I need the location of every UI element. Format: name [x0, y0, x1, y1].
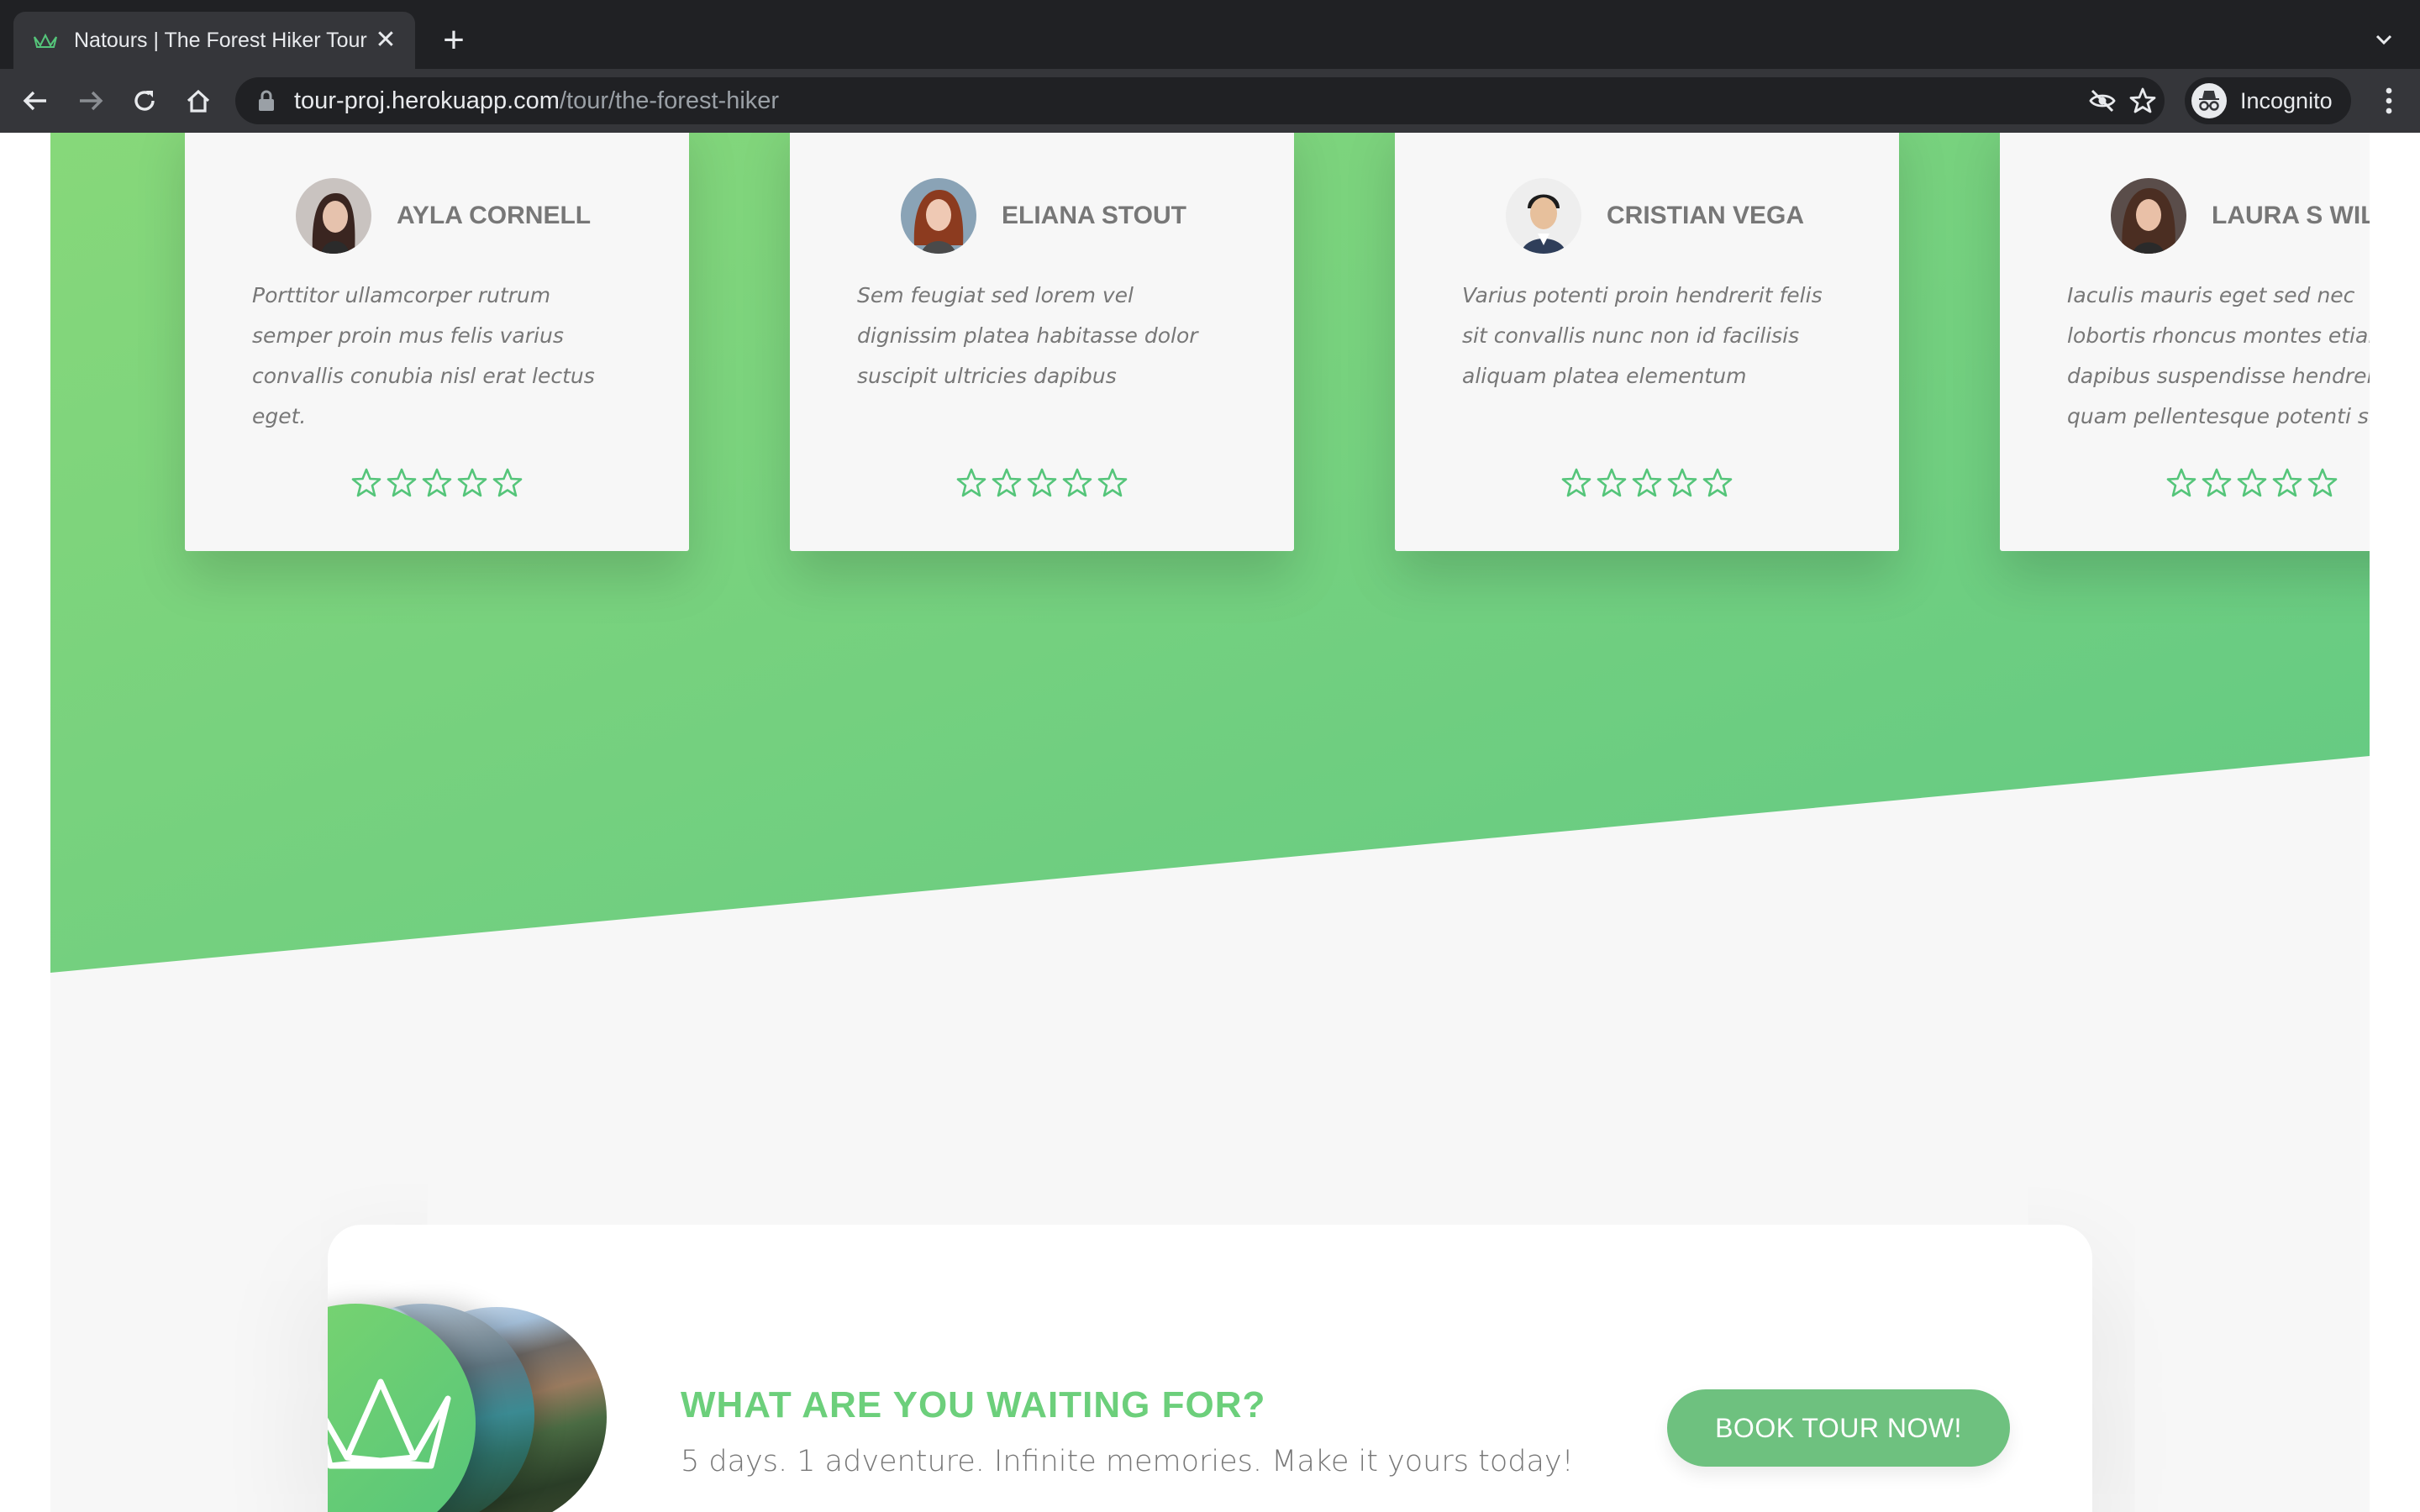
reviewer-avatar: [1506, 178, 1581, 254]
review-rating: [2000, 467, 2370, 499]
review-card: AYLA CORNELL Porttitor ullamcorper rutru…: [185, 133, 689, 551]
reviewer-avatar: [296, 178, 371, 254]
home-button[interactable]: [182, 84, 215, 118]
reload-button[interactable]: [128, 84, 161, 118]
natours-logo-icon: [328, 1378, 451, 1469]
review-user: AYLA CORNELL: [296, 178, 591, 254]
review-card: ELIANA STOUT Sem feugiat sed lorem vel d…: [790, 133, 1294, 551]
star-outline-icon: [2129, 87, 2156, 113]
star-icon: [2166, 468, 2196, 497]
back-button[interactable]: [18, 84, 52, 118]
tour-page: AYLA CORNELL Porttitor ullamcorper rutru…: [50, 133, 2370, 1512]
cta-section: WHAT ARE YOU WAITING FOR? 5 days. 1 adve…: [328, 1225, 2092, 1512]
reviewer-avatar: [2111, 178, 2186, 254]
review-text: Iaculis mauris eget sed nec lobortis rho…: [2067, 283, 2370, 428]
url-path: /tour/the-forest-hiker: [559, 87, 780, 114]
incognito-icon: [2191, 83, 2227, 118]
review-card: LAURA S WILSON Iaculis mauris eget sed n…: [2000, 133, 2370, 551]
star-icon: [351, 468, 381, 497]
star-icon: [1027, 468, 1057, 497]
close-tab-icon[interactable]: ✕: [371, 26, 400, 55]
star-icon: [1062, 468, 1092, 497]
natours-logo-icon: [34, 33, 57, 48]
new-tab-button[interactable]: +: [437, 22, 471, 59]
star-icon: [2237, 468, 2267, 497]
review-rating: [185, 467, 689, 499]
tab-title: Natours | The Forest Hiker Tour: [74, 28, 367, 52]
url-host: tour-proj.herokuapp.com: [294, 87, 560, 114]
arrow-right-icon: [80, 91, 103, 111]
reviewer-avatar: [901, 178, 976, 254]
reviewer-name: LAURA S WILSON: [2212, 202, 2370, 229]
star-icon: [1632, 468, 1662, 497]
star-icon: [2272, 468, 2302, 497]
reload-icon: [134, 91, 155, 111]
star-icon: [2307, 468, 2338, 497]
star-icon: [387, 468, 417, 497]
lock-icon: [259, 90, 274, 111]
review-user: ELIANA STOUT: [901, 178, 1186, 254]
page-viewport: AYLA CORNELL Porttitor ullamcorper rutru…: [0, 133, 2420, 1512]
cta-heading: WHAT ARE YOU WAITING FOR?: [681, 1384, 1266, 1425]
reviewer-name: AYLA CORNELL: [397, 202, 592, 229]
incognito-label: Incognito: [2240, 87, 2333, 113]
star-icon: [1667, 468, 1697, 497]
address-bar[interactable]: tour-proj.herokuapp.com/tour/the-forest-…: [235, 77, 2165, 124]
tab-search-chevron-icon[interactable]: [2371, 27, 2396, 52]
tracking-protection-button[interactable]: [2086, 84, 2119, 118]
forward-button[interactable]: [74, 84, 108, 118]
browser-toolbar: tour-proj.herokuapp.com/tour/the-forest-…: [0, 69, 2420, 133]
eye-off-icon: [2089, 89, 2116, 113]
star-icon: [1597, 468, 1627, 497]
star-icon: [422, 468, 452, 497]
book-tour-button[interactable]: BOOK TOUR NOW!: [1667, 1389, 2010, 1467]
incognito-profile-button[interactable]: Incognito: [2185, 77, 2351, 124]
home-icon: [187, 89, 210, 113]
bookmark-star-button[interactable]: [2126, 84, 2160, 118]
star-icon: [1702, 468, 1733, 497]
review-text: Varius potenti proin hendrerit felis sit…: [1462, 283, 1823, 388]
review-rating: [1395, 467, 1899, 499]
star-icon: [2202, 468, 2232, 497]
star-icon: [992, 468, 1022, 497]
star-icon: [956, 468, 986, 497]
star-icon: [492, 468, 523, 497]
review-user: LAURA S WILSON: [2111, 178, 2370, 254]
review-rating: [790, 467, 1294, 499]
review-user: CRISTIAN VEGA: [1506, 178, 1804, 254]
browser-tab-strip: Natours | The Forest Hiker Tour ✕ +: [0, 0, 2420, 69]
cta-text: 5 days. 1 adventure. Infinite memories. …: [681, 1445, 1574, 1478]
browser-tab-active[interactable]: Natours | The Forest Hiker Tour ✕: [13, 12, 415, 69]
review-card: CRISTIAN VEGA Varius potenti proin hendr…: [1395, 133, 1899, 551]
star-icon: [1561, 468, 1591, 497]
star-icon: [1097, 468, 1128, 497]
star-icon: [457, 468, 487, 497]
reviewer-name: CRISTIAN VEGA: [1607, 202, 1805, 229]
browser-menu-icon[interactable]: [2376, 84, 2402, 118]
reviewer-name: ELIANA STOUT: [1002, 202, 1187, 229]
review-text: Sem feugiat sed lorem vel dignissim plat…: [857, 283, 1198, 388]
arrow-left-icon: [23, 91, 46, 111]
review-text: Porttitor ullamcorper rutrum semper proi…: [252, 283, 595, 428]
